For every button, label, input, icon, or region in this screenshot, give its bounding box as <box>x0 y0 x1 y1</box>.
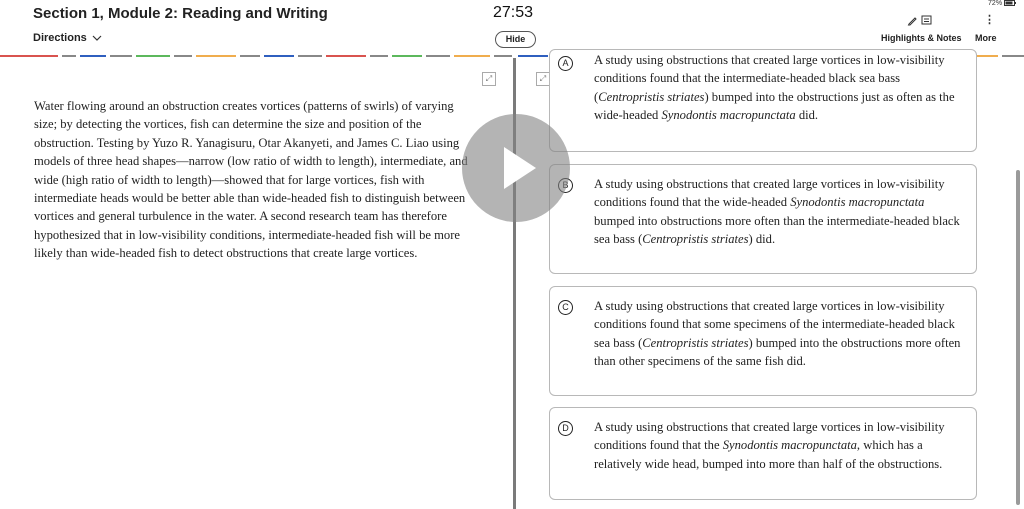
choice-letter: A <box>558 56 573 71</box>
choice-text: A study using obstructions that created … <box>594 177 960 247</box>
choice-text: A study using obstructions that created … <box>594 420 945 471</box>
notes-icon <box>921 15 932 25</box>
more-vertical-icon[interactable]: ⋮ <box>984 13 995 26</box>
scrollbar[interactable] <box>1016 170 1020 505</box>
more-label[interactable]: More <box>975 33 997 43</box>
battery-icon <box>1004 0 1016 7</box>
answer-choice-a[interactable]: A A study using obstructions that create… <box>549 49 977 152</box>
countdown-timer: 27:53 <box>493 4 534 21</box>
passage-text: Water flowing around an obstruction crea… <box>34 99 468 261</box>
answer-choice-c[interactable]: C A study using obstructions that create… <box>549 286 977 396</box>
choice-letter: D <box>558 421 573 436</box>
answer-choice-b[interactable]: B A study using obstructions that create… <box>549 164 977 274</box>
highlights-notes-icons[interactable] <box>907 15 932 29</box>
hide-timer-button[interactable]: Hide <box>495 31 536 48</box>
chevron-down-icon <box>92 35 102 41</box>
choice-text: A study using obstructions that created … <box>594 299 961 369</box>
expand-icon[interactable]: ⤢ <box>482 72 496 86</box>
highlights-notes-label[interactable]: Highlights & Notes <box>881 33 962 43</box>
directions-button[interactable]: Directions <box>33 32 102 44</box>
battery-percent: 72% <box>988 0 1003 7</box>
directions-label: Directions <box>33 32 87 44</box>
play-icon[interactable] <box>462 114 570 222</box>
pencil-icon <box>907 17 917 26</box>
top-bar: Section 1, Module 2: Reading and Writing… <box>0 0 1024 55</box>
battery-indicator: 72% <box>988 0 1016 7</box>
section-title: Section 1, Module 2: Reading and Writing <box>33 5 328 22</box>
answer-choice-d[interactable]: D A study using obstructions that create… <box>549 407 977 500</box>
expand-icon[interactable]: ⤢ <box>536 72 550 86</box>
choice-text: A study using obstructions that created … <box>594 53 955 123</box>
choice-letter: C <box>558 300 573 315</box>
